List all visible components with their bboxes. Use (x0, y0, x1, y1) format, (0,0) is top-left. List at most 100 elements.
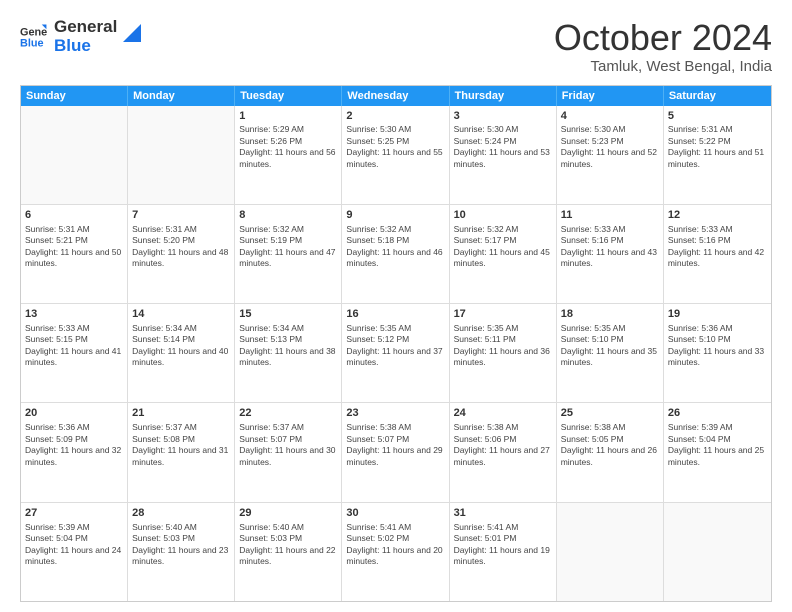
cal-cell-w5-d2: 29Sunrise: 5:40 AMSunset: 5:03 PMDayligh… (235, 503, 342, 601)
cal-cell-w1-d5: 4Sunrise: 5:30 AMSunset: 5:23 PMDaylight… (557, 106, 664, 204)
day-info: Sunrise: 5:31 AMSunset: 5:20 PMDaylight:… (132, 224, 230, 270)
day-info: Sunrise: 5:38 AMSunset: 5:07 PMDaylight:… (346, 422, 444, 468)
day-info: Sunrise: 5:33 AMSunset: 5:16 PMDaylight:… (561, 224, 659, 270)
day-number: 12 (668, 208, 767, 223)
logo-line2: Blue (54, 37, 91, 56)
day-number: 10 (454, 208, 552, 223)
month-title: October 2024 (554, 18, 772, 58)
cal-cell-w4-d6: 26Sunrise: 5:39 AMSunset: 5:04 PMDayligh… (664, 403, 771, 501)
day-number: 26 (668, 406, 767, 421)
day-number: 13 (25, 307, 123, 322)
cal-cell-w1-d6: 5Sunrise: 5:31 AMSunset: 5:22 PMDaylight… (664, 106, 771, 204)
day-info: Sunrise: 5:40 AMSunset: 5:03 PMDaylight:… (239, 522, 337, 568)
cal-cell-w4-d2: 22Sunrise: 5:37 AMSunset: 5:07 PMDayligh… (235, 403, 342, 501)
day-number: 23 (346, 406, 444, 421)
day-info: Sunrise: 5:29 AMSunset: 5:26 PMDaylight:… (239, 124, 337, 170)
day-number: 22 (239, 406, 337, 421)
cal-cell-w3-d5: 18Sunrise: 5:35 AMSunset: 5:10 PMDayligh… (557, 304, 664, 402)
calendar: Sunday Monday Tuesday Wednesday Thursday… (20, 85, 772, 602)
day-number: 21 (132, 406, 230, 421)
cal-cell-w4-d3: 23Sunrise: 5:38 AMSunset: 5:07 PMDayligh… (342, 403, 449, 501)
cal-cell-w4-d1: 21Sunrise: 5:37 AMSunset: 5:08 PMDayligh… (128, 403, 235, 501)
svg-text:Blue: Blue (20, 37, 44, 49)
day-info: Sunrise: 5:36 AMSunset: 5:10 PMDaylight:… (668, 323, 767, 369)
calendar-header: Sunday Monday Tuesday Wednesday Thursday… (21, 86, 771, 106)
day-info: Sunrise: 5:37 AMSunset: 5:08 PMDaylight:… (132, 422, 230, 468)
cal-cell-w1-d4: 3Sunrise: 5:30 AMSunset: 5:24 PMDaylight… (450, 106, 557, 204)
logo-line1: General (54, 18, 117, 37)
header-wednesday: Wednesday (342, 86, 449, 106)
day-number: 11 (561, 208, 659, 223)
day-info: Sunrise: 5:35 AMSunset: 5:11 PMDaylight:… (454, 323, 552, 369)
day-number: 1 (239, 109, 337, 124)
cal-cell-w1-d2: 1Sunrise: 5:29 AMSunset: 5:26 PMDaylight… (235, 106, 342, 204)
logo: General Blue General Blue (20, 18, 141, 55)
day-number: 28 (132, 506, 230, 521)
header-monday: Monday (128, 86, 235, 106)
cal-cell-w5-d3: 30Sunrise: 5:41 AMSunset: 5:02 PMDayligh… (342, 503, 449, 601)
cal-cell-w3-d2: 15Sunrise: 5:34 AMSunset: 5:13 PMDayligh… (235, 304, 342, 402)
cal-cell-w5-d0: 27Sunrise: 5:39 AMSunset: 5:04 PMDayligh… (21, 503, 128, 601)
day-info: Sunrise: 5:31 AMSunset: 5:22 PMDaylight:… (668, 124, 767, 170)
day-number: 20 (25, 406, 123, 421)
day-info: Sunrise: 5:33 AMSunset: 5:16 PMDaylight:… (668, 224, 767, 270)
header-friday: Friday (557, 86, 664, 106)
cal-cell-w5-d5 (557, 503, 664, 601)
cal-cell-w5-d4: 31Sunrise: 5:41 AMSunset: 5:01 PMDayligh… (450, 503, 557, 601)
day-info: Sunrise: 5:33 AMSunset: 5:15 PMDaylight:… (25, 323, 123, 369)
cal-cell-w3-d4: 17Sunrise: 5:35 AMSunset: 5:11 PMDayligh… (450, 304, 557, 402)
title-area: October 2024 Tamluk, West Bengal, India (554, 18, 772, 75)
day-number: 19 (668, 307, 767, 322)
cal-cell-w2-d2: 8Sunrise: 5:32 AMSunset: 5:19 PMDaylight… (235, 205, 342, 303)
day-info: Sunrise: 5:31 AMSunset: 5:21 PMDaylight:… (25, 224, 123, 270)
cal-cell-w1-d0 (21, 106, 128, 204)
week-row-2: 6Sunrise: 5:31 AMSunset: 5:21 PMDaylight… (21, 205, 771, 304)
day-number: 27 (25, 506, 123, 521)
cal-cell-w3-d0: 13Sunrise: 5:33 AMSunset: 5:15 PMDayligh… (21, 304, 128, 402)
cal-cell-w2-d3: 9Sunrise: 5:32 AMSunset: 5:18 PMDaylight… (342, 205, 449, 303)
day-info: Sunrise: 5:35 AMSunset: 5:12 PMDaylight:… (346, 323, 444, 369)
calendar-body: 1Sunrise: 5:29 AMSunset: 5:26 PMDaylight… (21, 106, 771, 601)
day-info: Sunrise: 5:41 AMSunset: 5:01 PMDaylight:… (454, 522, 552, 568)
day-number: 17 (454, 307, 552, 322)
day-number: 29 (239, 506, 337, 521)
day-info: Sunrise: 5:39 AMSunset: 5:04 PMDaylight:… (25, 522, 123, 568)
day-number: 6 (25, 208, 123, 223)
day-info: Sunrise: 5:30 AMSunset: 5:24 PMDaylight:… (454, 124, 552, 170)
day-info: Sunrise: 5:30 AMSunset: 5:25 PMDaylight:… (346, 124, 444, 170)
header: General Blue General Blue October 2024 T… (20, 18, 772, 75)
day-number: 16 (346, 307, 444, 322)
day-number: 4 (561, 109, 659, 124)
day-number: 3 (454, 109, 552, 124)
day-info: Sunrise: 5:32 AMSunset: 5:18 PMDaylight:… (346, 224, 444, 270)
cal-cell-w3-d3: 16Sunrise: 5:35 AMSunset: 5:12 PMDayligh… (342, 304, 449, 402)
day-number: 5 (668, 109, 767, 124)
location: Tamluk, West Bengal, India (554, 58, 772, 75)
cal-cell-w3-d6: 19Sunrise: 5:36 AMSunset: 5:10 PMDayligh… (664, 304, 771, 402)
day-number: 30 (346, 506, 444, 521)
cal-cell-w1-d3: 2Sunrise: 5:30 AMSunset: 5:25 PMDaylight… (342, 106, 449, 204)
cal-cell-w3-d1: 14Sunrise: 5:34 AMSunset: 5:14 PMDayligh… (128, 304, 235, 402)
cal-cell-w2-d4: 10Sunrise: 5:32 AMSunset: 5:17 PMDayligh… (450, 205, 557, 303)
day-info: Sunrise: 5:34 AMSunset: 5:14 PMDaylight:… (132, 323, 230, 369)
header-tuesday: Tuesday (235, 86, 342, 106)
day-info: Sunrise: 5:41 AMSunset: 5:02 PMDaylight:… (346, 522, 444, 568)
logo-icon: General Blue (20, 23, 48, 51)
day-info: Sunrise: 5:39 AMSunset: 5:04 PMDaylight:… (668, 422, 767, 468)
day-number: 15 (239, 307, 337, 322)
day-number: 8 (239, 208, 337, 223)
day-info: Sunrise: 5:38 AMSunset: 5:06 PMDaylight:… (454, 422, 552, 468)
day-info: Sunrise: 5:35 AMSunset: 5:10 PMDaylight:… (561, 323, 659, 369)
day-number: 14 (132, 307, 230, 322)
header-sunday: Sunday (21, 86, 128, 106)
page: General Blue General Blue October 2024 T… (0, 0, 792, 612)
week-row-3: 13Sunrise: 5:33 AMSunset: 5:15 PMDayligh… (21, 304, 771, 403)
cal-cell-w5-d6 (664, 503, 771, 601)
day-info: Sunrise: 5:32 AMSunset: 5:19 PMDaylight:… (239, 224, 337, 270)
cal-cell-w2-d5: 11Sunrise: 5:33 AMSunset: 5:16 PMDayligh… (557, 205, 664, 303)
day-number: 7 (132, 208, 230, 223)
day-number: 18 (561, 307, 659, 322)
day-info: Sunrise: 5:34 AMSunset: 5:13 PMDaylight:… (239, 323, 337, 369)
cal-cell-w4-d5: 25Sunrise: 5:38 AMSunset: 5:05 PMDayligh… (557, 403, 664, 501)
cal-cell-w2-d1: 7Sunrise: 5:31 AMSunset: 5:20 PMDaylight… (128, 205, 235, 303)
